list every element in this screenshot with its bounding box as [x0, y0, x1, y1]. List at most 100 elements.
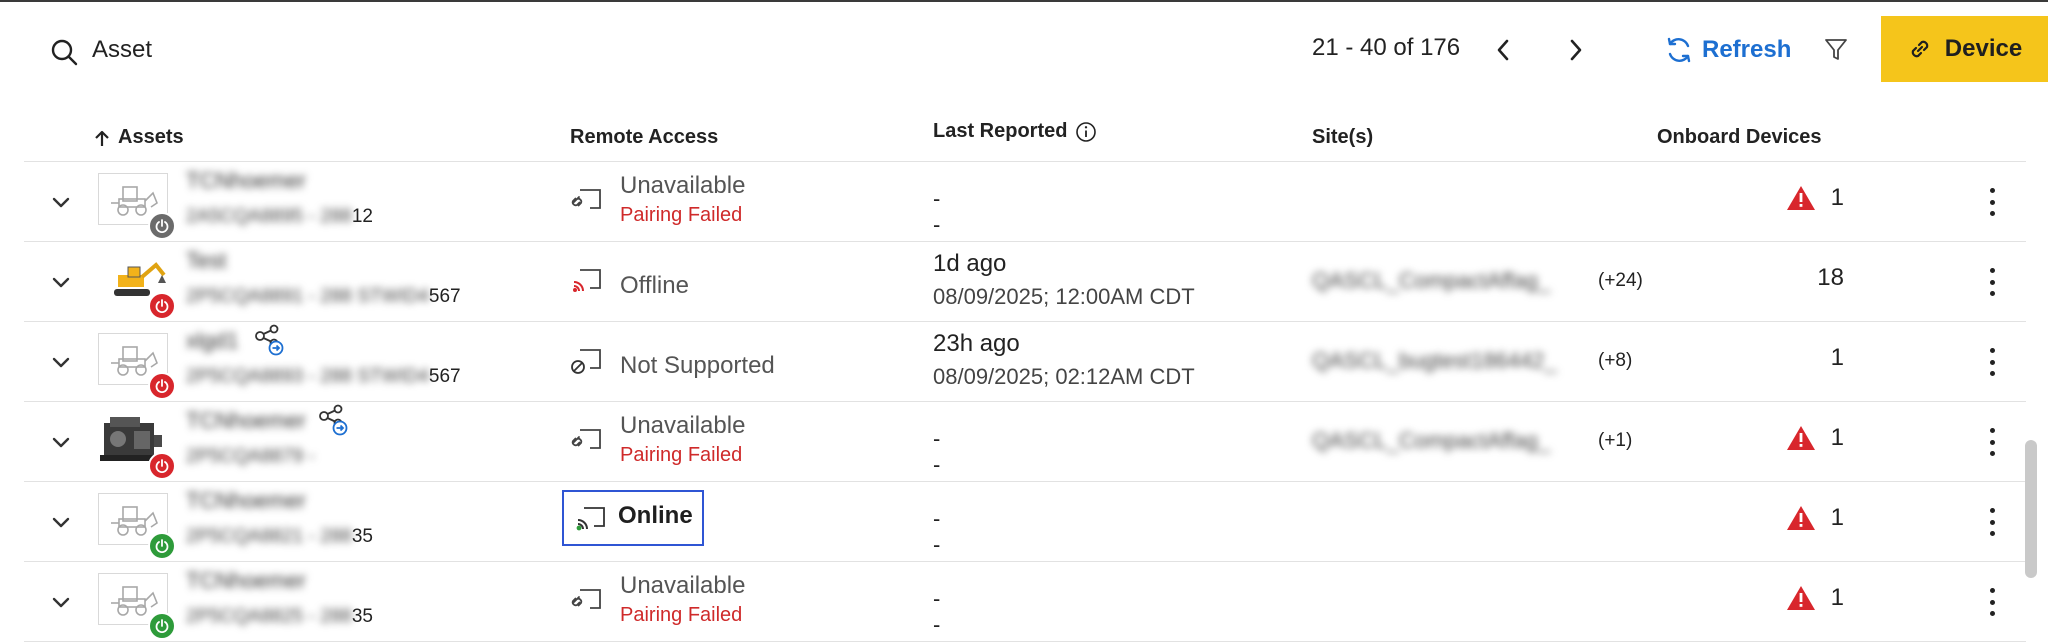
table-header: Assets Remote Access Last Reported Site(… — [24, 110, 2026, 162]
cast-unavailable-icon — [571, 429, 601, 449]
last-reported-value: -- — [933, 186, 941, 237]
toolbar: Asset 21 - 40 of 176 Refresh Device — [0, 2, 2048, 94]
onboard-count: 1 — [1830, 344, 1844, 371]
power-status-icon — [148, 292, 176, 320]
search-icon[interactable] — [50, 38, 78, 66]
scrollbar-thumb[interactable] — [2025, 440, 2037, 578]
link-icon — [1911, 40, 1929, 58]
cast-unavailable-icon — [571, 189, 601, 209]
table-row[interactable]: Test 2P5CQA8891 - 288 STWID4567 Offline … — [24, 242, 2026, 322]
chevron-right-icon — [1570, 39, 1582, 61]
power-status-icon — [148, 532, 176, 560]
asset-serial: 2P5CQA8891 - 288 STWID4567 — [186, 286, 461, 307]
onboard-devices-cell: 1 — [1785, 584, 1844, 612]
remote-status: Offline — [620, 272, 689, 299]
header-sites[interactable]: Site(s) — [1312, 126, 1373, 149]
row-actions-menu[interactable] — [1982, 504, 2002, 540]
expand-row-button[interactable] — [46, 268, 76, 298]
table-row[interactable]: TCNhoemer 2P5CQA8821 - 28835 Online -- 1 — [24, 482, 2026, 562]
chevron-down-icon — [52, 357, 70, 368]
asset-name[interactable]: TCNhoemer — [186, 568, 306, 594]
onboard-devices-cell: 1 — [1785, 184, 1844, 212]
site-more-count[interactable]: (+24) — [1598, 270, 1643, 292]
chevron-down-icon — [52, 197, 70, 208]
asset-table-body: TCNhoemer 2A5CQA8895 - 28812 Unavailable… — [24, 162, 2026, 642]
chevron-down-icon — [52, 277, 70, 288]
refresh-icon — [1667, 37, 1691, 63]
asset-name[interactable]: TCNhoemer — [186, 488, 306, 514]
loader-machine-icon — [111, 346, 158, 376]
sort-ascending-icon — [95, 130, 109, 146]
expand-row-button[interactable] — [46, 588, 76, 618]
remote-status: Unavailable — [620, 172, 746, 199]
asset-name[interactable]: xlgd1 — [186, 328, 239, 354]
row-actions-menu[interactable] — [1982, 424, 2002, 460]
row-actions-menu[interactable] — [1982, 584, 2002, 620]
loader-machine-icon — [111, 186, 158, 216]
header-onboard-devices[interactable]: Onboard Devices — [1657, 126, 1822, 149]
refresh-button[interactable]: Refresh — [1664, 32, 1791, 68]
asset-name[interactable]: TCNhoemer — [186, 408, 306, 434]
onboard-count: 18 — [1817, 264, 1844, 291]
shared-asset-icon — [319, 404, 348, 436]
remote-substatus: Pairing Failed — [620, 444, 743, 466]
warning-icon — [1786, 186, 1815, 210]
row-actions-menu[interactable] — [1982, 344, 2002, 380]
site-name[interactable]: QASCL_bugtest186442_ — [1312, 348, 1557, 374]
previous-page-button[interactable] — [1483, 30, 1523, 70]
loader-machine-icon — [111, 586, 158, 616]
asset-name[interactable]: TCNhoemer — [186, 168, 306, 194]
last-reported-relative: 23h ago — [933, 330, 1020, 357]
row-actions-menu[interactable] — [1982, 264, 2002, 300]
asset-name[interactable]: Test — [186, 248, 226, 274]
filter-button[interactable] — [1818, 32, 1854, 68]
site-name[interactable]: QASCL_CompactAffag_ — [1312, 268, 1550, 294]
onboard-count: 1 — [1830, 584, 1844, 611]
header-assets[interactable]: Assets — [94, 126, 184, 149]
device-button-label: Device — [1944, 35, 2023, 62]
cast-unavailable-icon — [571, 589, 601, 609]
next-page-button[interactable] — [1556, 30, 1596, 70]
onboard-count: 1 — [1830, 184, 1844, 211]
filter-icon — [1825, 39, 1847, 60]
header-last-reported[interactable]: Last Reported — [933, 120, 1097, 143]
chevron-down-icon — [52, 517, 70, 528]
pagination-range: 21 - 40 of 176 — [1312, 34, 1461, 61]
table-row[interactable]: xlgd1 2P5CQA8893 - 288 STWID4567 Not Sup… — [24, 322, 2026, 402]
search-input[interactable]: Asset — [92, 36, 152, 64]
expand-row-button[interactable] — [46, 508, 76, 538]
last-reported-value: -- — [933, 586, 941, 637]
remote-status: Not Supported — [620, 352, 775, 379]
chevron-down-icon — [52, 437, 70, 448]
asset-serial: 2P5CQA8821 - 28835 — [186, 526, 373, 547]
onboard-count: 1 — [1830, 424, 1844, 451]
asset-serial: 2A5CQA8895 - 28812 — [186, 206, 373, 227]
expand-row-button[interactable] — [46, 428, 76, 458]
onboard-devices-cell: 1 — [1831, 344, 1844, 372]
row-actions-menu[interactable] — [1982, 184, 2002, 220]
onboard-count: 1 — [1830, 504, 1844, 531]
remote-access-online-button[interactable]: Online — [562, 490, 704, 546]
info-icon[interactable] — [1075, 121, 1097, 143]
add-device-button[interactable]: Device — [1881, 16, 2048, 82]
header-remote-access-label: Remote Access — [570, 126, 719, 148]
header-remote-access[interactable]: Remote Access — [570, 126, 718, 149]
site-more-count[interactable]: (+1) — [1598, 430, 1632, 452]
last-reported-value: -- — [933, 506, 941, 557]
remote-status: Unavailable — [620, 572, 746, 599]
header-sites-label: Site(s) — [1312, 126, 1374, 148]
site-name[interactable]: QASCL_CompactAffag_ — [1312, 428, 1550, 454]
last-reported-timestamp: 08/09/2025; 02:12AM CDT — [933, 364, 1195, 389]
site-more-count[interactable]: (+8) — [1598, 350, 1632, 372]
table-row[interactable]: TCNhoemer 2A5CQA8895 - 28812 Unavailable… — [24, 162, 2026, 242]
warning-icon — [1786, 426, 1815, 450]
expand-row-button[interactable] — [46, 188, 76, 218]
remote-status: Unavailable — [620, 412, 746, 439]
table-row[interactable]: TCNhoemer 2P5CQA8879 - Unavailable Pairi… — [24, 402, 2026, 482]
cast-offline-icon — [573, 269, 601, 292]
table-row[interactable]: TCNhoemer 2P5CQA8825 - 28835 Unavailable… — [24, 562, 2026, 642]
expand-row-button[interactable] — [46, 348, 76, 378]
power-status-icon — [148, 452, 176, 480]
power-status-icon — [148, 372, 176, 400]
power-status-icon — [148, 612, 176, 640]
